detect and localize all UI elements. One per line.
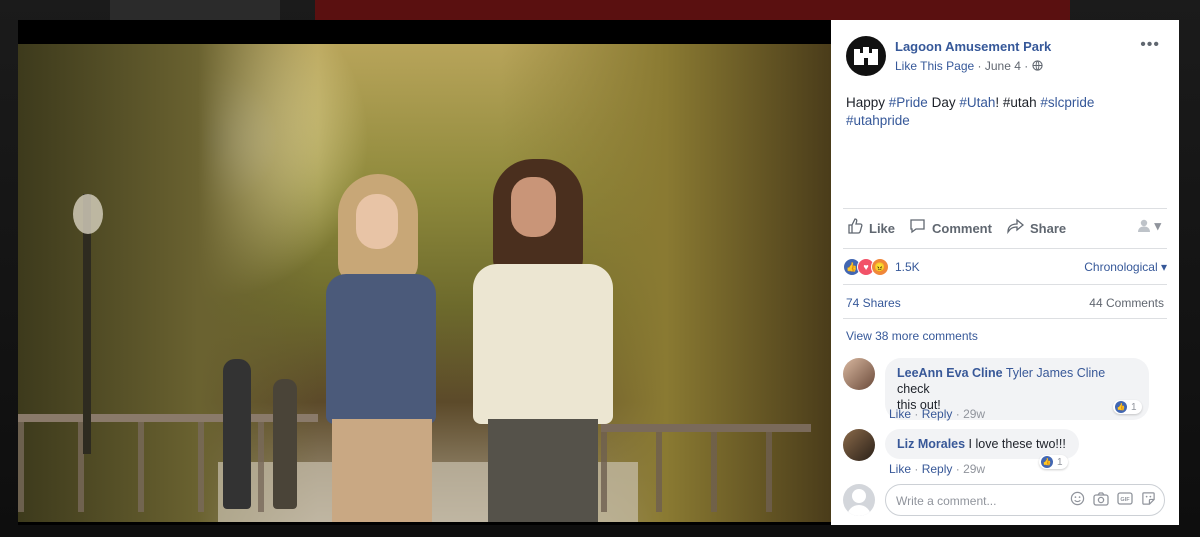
comment-reply-link[interactable]: Reply bbox=[922, 462, 953, 476]
hashtag-link[interactable]: #Utah bbox=[959, 95, 995, 110]
shares-count-link[interactable]: 74 Shares bbox=[846, 296, 901, 310]
gif-icon[interactable]: GIF bbox=[1117, 491, 1133, 509]
post-as-selector[interactable]: ▾ bbox=[1137, 218, 1161, 234]
camera-icon[interactable] bbox=[1093, 491, 1109, 509]
photo-viewer[interactable] bbox=[18, 20, 831, 525]
comment-input[interactable]: Write a comment... GIF bbox=[885, 484, 1165, 516]
comment-text: I love these two!!! bbox=[965, 437, 1066, 451]
comment-time[interactable]: 29w bbox=[963, 462, 985, 476]
divider bbox=[843, 284, 1167, 285]
hashtag-link[interactable]: #slcpride bbox=[1040, 95, 1094, 110]
svg-text:GIF: GIF bbox=[1120, 497, 1130, 503]
current-user-avatar bbox=[843, 484, 875, 516]
comment-text: check bbox=[897, 382, 930, 396]
comment-like-link[interactable]: Like bbox=[889, 462, 911, 476]
chevron-down-icon: ▾ bbox=[1160, 260, 1167, 274]
meta-separator: · bbox=[977, 59, 982, 73]
post-header: Lagoon Amusement Park Like This Page · J… bbox=[846, 36, 1166, 80]
comment-like-link[interactable]: Like bbox=[889, 407, 911, 421]
chevron-down-icon: ▾ bbox=[1154, 218, 1161, 233]
angry-reaction-icon: 😠 bbox=[871, 258, 889, 276]
comments-count[interactable]: 44 Comments bbox=[1089, 296, 1164, 310]
comment-icon bbox=[909, 218, 926, 239]
photo-background-person bbox=[223, 359, 251, 509]
divider bbox=[843, 248, 1167, 249]
sticker-icon[interactable] bbox=[1141, 491, 1156, 509]
meta-separator: · bbox=[1024, 59, 1029, 73]
globe-icon bbox=[1031, 59, 1043, 73]
profile-silhouette-icon bbox=[1137, 218, 1155, 233]
commenter-avatar[interactable] bbox=[843, 358, 875, 390]
post-meta: Like This Page · June 4 · bbox=[895, 59, 1043, 73]
backdrop-banner bbox=[315, 0, 1070, 20]
comment-author[interactable]: Liz Morales bbox=[897, 437, 965, 451]
post-actions: Like Comment Share ▾ bbox=[843, 216, 1167, 240]
comment-placeholder: Write a comment... bbox=[896, 494, 997, 508]
reactions-summary[interactable]: 👍 ♥ 😠 1.5K bbox=[843, 258, 920, 276]
comment-sort-dropdown[interactable]: Chronological ▾ bbox=[1084, 260, 1167, 274]
divider bbox=[843, 318, 1167, 319]
composer-tools: GIF bbox=[1070, 491, 1156, 509]
share-button[interactable]: Share bbox=[1007, 218, 1066, 239]
reactions-count[interactable]: 1.5K bbox=[895, 260, 920, 274]
post-message: Happy #Pride Day #Utah! #utah #slcpride … bbox=[846, 95, 1095, 128]
post-date[interactable]: June 4 bbox=[985, 59, 1021, 73]
commenter-avatar[interactable] bbox=[843, 429, 875, 461]
emoji-icon[interactable] bbox=[1070, 491, 1085, 509]
post-side-panel: Lagoon Amusement Park Like This Page · J… bbox=[831, 20, 1179, 525]
comment-author[interactable]: LeeAnn Eva Cline bbox=[897, 366, 1003, 380]
more-options-icon[interactable]: ••• bbox=[1140, 36, 1160, 54]
comment-actions: Like · Reply · 29w bbox=[889, 407, 986, 421]
page-name-link[interactable]: Lagoon Amusement Park bbox=[895, 39, 1051, 54]
comment-mention[interactable]: Tyler James Cline bbox=[1006, 366, 1105, 380]
photo-person-left bbox=[308, 174, 448, 522]
hashtag-link[interactable]: #utahpride bbox=[846, 113, 910, 128]
photo-lamp-head bbox=[73, 194, 103, 234]
like-reaction-icon: 👍 bbox=[1041, 456, 1053, 468]
comment-reaction-count[interactable]: 👍 1 bbox=[1113, 400, 1142, 414]
like-page-link[interactable]: Like This Page bbox=[895, 59, 974, 73]
like-button[interactable]: Like bbox=[847, 218, 895, 239]
share-arrow-icon bbox=[1007, 218, 1025, 239]
photo-background-person bbox=[273, 379, 297, 509]
divider bbox=[843, 208, 1167, 209]
like-reaction-icon: 👍 bbox=[1115, 401, 1127, 413]
post-photo[interactable] bbox=[18, 44, 831, 522]
backdrop-header-left bbox=[110, 0, 280, 20]
view-more-comments-link[interactable]: View 38 more comments bbox=[846, 329, 978, 343]
thumbs-up-icon bbox=[847, 218, 863, 239]
comment-time[interactable]: 29w bbox=[963, 407, 985, 421]
comment-composer: Write a comment... GIF bbox=[843, 484, 1167, 518]
comment-button[interactable]: Comment bbox=[909, 218, 992, 239]
comment-reply-link[interactable]: Reply bbox=[922, 407, 953, 421]
comment-actions: Like · Reply · 29w bbox=[889, 462, 986, 476]
castle-logo-icon bbox=[854, 47, 878, 65]
photo-person-right bbox=[463, 159, 623, 522]
hashtag-link[interactable]: #Pride bbox=[889, 95, 928, 110]
photo-railing-right bbox=[601, 424, 811, 512]
comment-reaction-count[interactable]: 👍 1 bbox=[1039, 455, 1068, 469]
page-avatar[interactable] bbox=[846, 36, 886, 76]
